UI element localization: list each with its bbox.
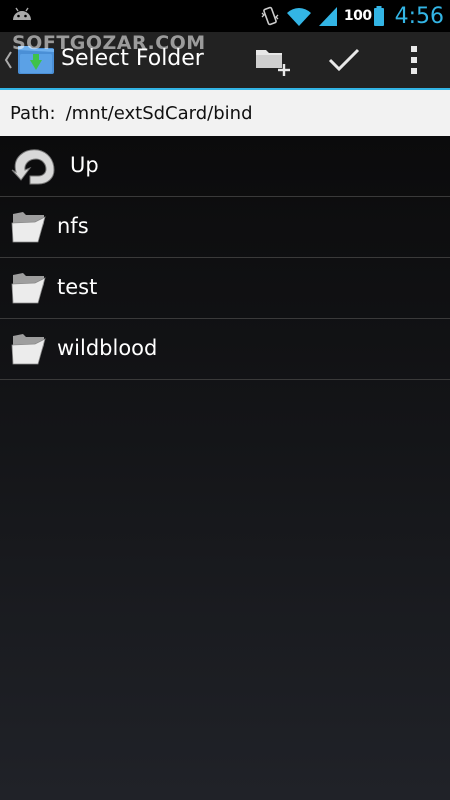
status-bar: 100 4:56	[0, 0, 450, 32]
vibrate-icon	[261, 6, 279, 26]
battery-icon	[373, 6, 384, 26]
status-clock: 4:56	[394, 3, 444, 29]
checkmark-icon	[328, 48, 360, 72]
list-item-label: wildblood	[57, 336, 158, 360]
list-item-folder[interactable]: test	[0, 258, 450, 319]
path-value: /mnt/extSdCard/bind	[65, 102, 253, 124]
path-label: Path:	[10, 102, 56, 124]
signal-icon	[318, 7, 337, 26]
list-item-label: nfs	[57, 214, 89, 238]
folder-icon	[11, 273, 46, 304]
folder-icon	[11, 334, 46, 365]
confirm-button[interactable]	[322, 38, 366, 82]
battery-indicator: 100	[344, 5, 385, 27]
folder-icon	[11, 212, 46, 243]
status-icons: 100 4:56	[260, 0, 444, 32]
action-bar: SOFTGOZAR.COM Select Folder	[0, 32, 450, 90]
overflow-menu-button[interactable]	[392, 38, 436, 82]
android-icon	[13, 7, 31, 20]
path-bar: Path: /mnt/extSdCard/bind	[0, 90, 450, 136]
folder-list: Up nfs test wildblood	[0, 136, 450, 800]
new-folder-icon	[256, 50, 290, 76]
list-item-label: test	[57, 275, 98, 299]
new-folder-button[interactable]	[250, 38, 294, 82]
list-item-folder[interactable]: wildblood	[0, 319, 450, 380]
list-item-up[interactable]: Up	[0, 136, 450, 197]
up-caret-icon[interactable]	[3, 48, 13, 72]
wifi-icon	[286, 8, 311, 26]
list-item-folder[interactable]: nfs	[0, 197, 450, 258]
action-bar-title: Select Folder	[61, 46, 204, 71]
app-folder-icon[interactable]	[16, 40, 56, 80]
battery-level: 100	[343, 8, 372, 24]
overflow-menu-icon	[411, 46, 417, 74]
up-arrow-icon	[11, 149, 55, 185]
list-item-label: Up	[70, 153, 99, 177]
